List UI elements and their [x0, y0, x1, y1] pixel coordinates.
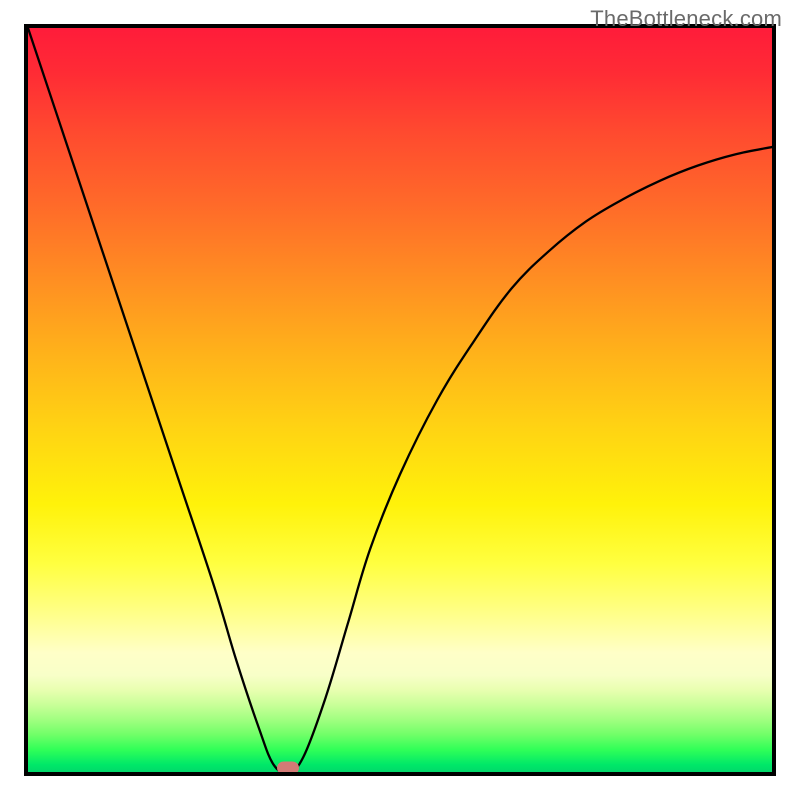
bottleneck-curve-path	[28, 28, 772, 772]
bottleneck-curve-svg	[28, 28, 772, 772]
watermark-text: TheBottleneck.com	[590, 6, 782, 32]
minimum-marker	[277, 762, 299, 772]
chart-container: TheBottleneck.com	[0, 0, 800, 800]
plot-area	[28, 28, 772, 772]
